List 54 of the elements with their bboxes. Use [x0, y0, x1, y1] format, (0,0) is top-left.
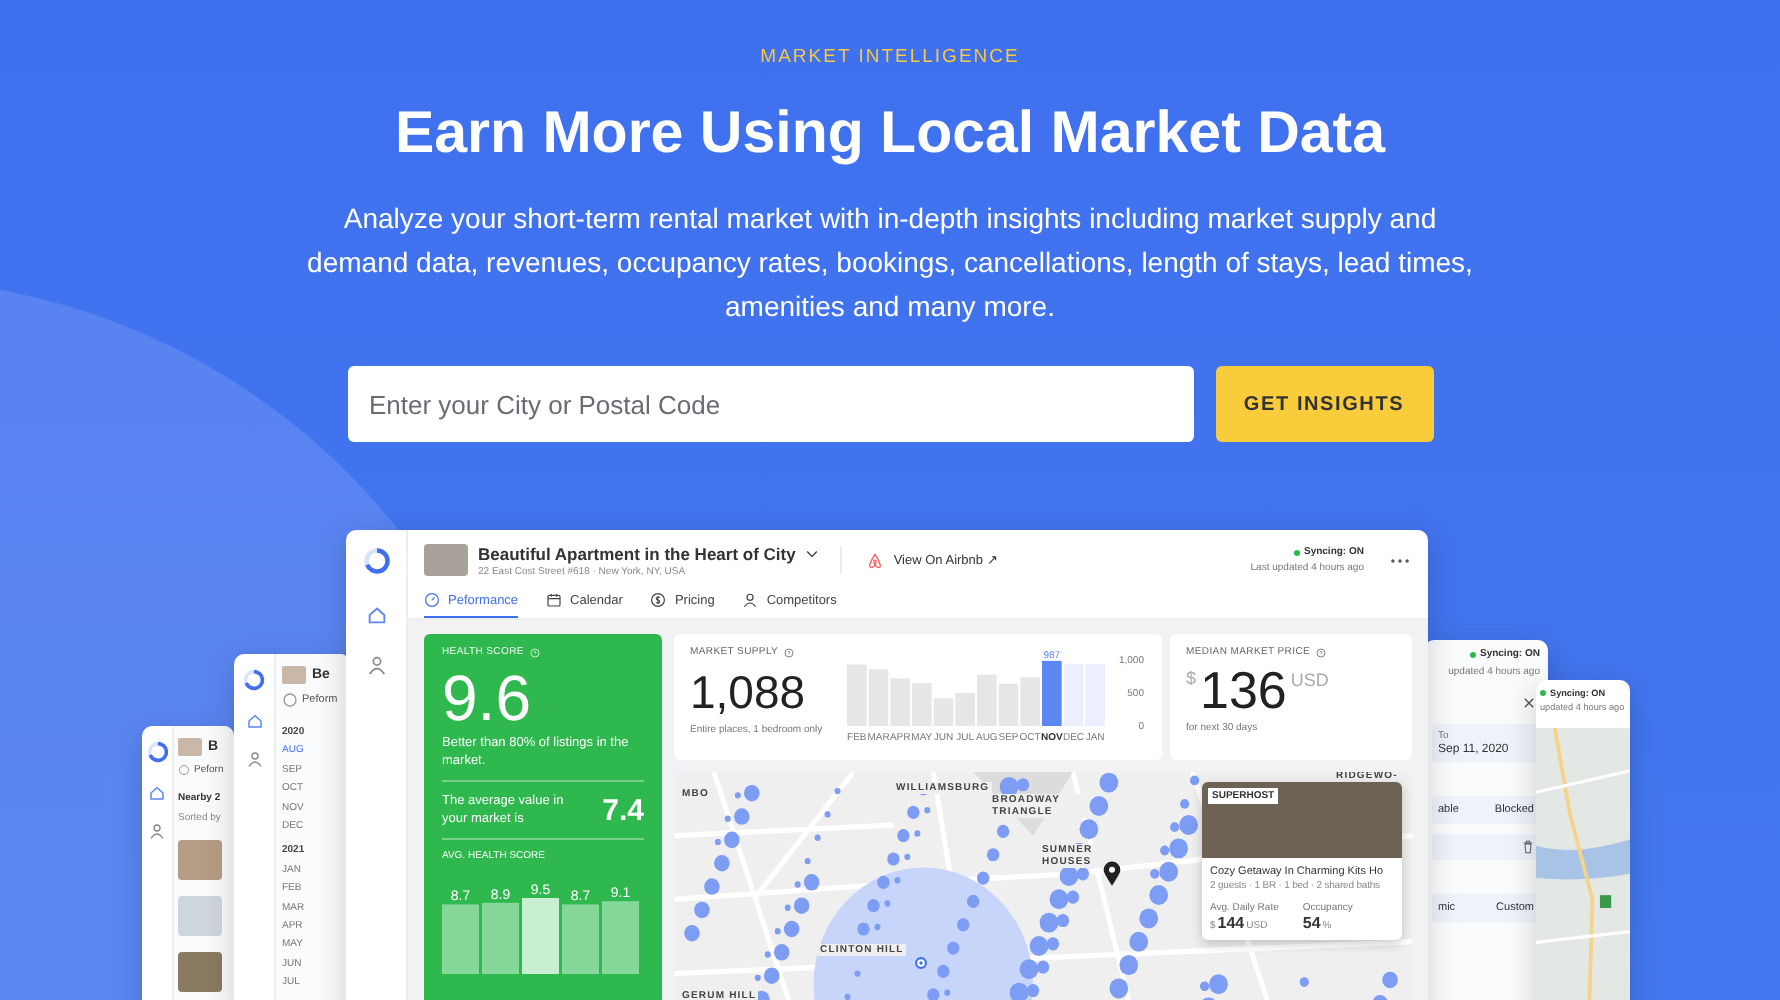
get-insights-button[interactable]: GET INSIGHTS	[1215, 366, 1433, 442]
logo-icon	[242, 668, 266, 692]
calendar-icon	[546, 592, 563, 608]
help-icon[interactable]	[784, 647, 795, 657]
photo-placeholder	[178, 840, 222, 880]
more-icon[interactable]	[1390, 557, 1410, 563]
average-value: 7.4	[602, 793, 644, 827]
bar	[847, 664, 867, 726]
median-price-value: 136	[1200, 662, 1287, 718]
people-icon[interactable]	[148, 822, 166, 840]
bar	[912, 683, 932, 726]
people-icon[interactable]	[365, 654, 387, 676]
home-icon[interactable]	[245, 712, 263, 730]
logo-icon	[361, 546, 391, 576]
market-supply-value: 1,088	[690, 664, 808, 720]
listing-thumbnail	[424, 544, 468, 576]
bar	[955, 693, 975, 726]
eyebrow-label: MARKET INTELLIGENCE	[760, 46, 1020, 68]
hero-title: Earn More Using Local Market Data	[394, 98, 1386, 170]
bar	[1063, 663, 1084, 726]
bar	[1042, 660, 1062, 726]
dollar-icon	[650, 592, 667, 608]
status-dot	[1540, 690, 1546, 696]
trash-icon[interactable]	[1522, 840, 1534, 854]
health-score-value: 9.6	[442, 662, 533, 734]
location-target-icon	[914, 956, 928, 970]
photo-placeholder	[178, 952, 222, 992]
home-icon[interactable]	[365, 604, 387, 626]
chevron-down-icon[interactable]	[805, 549, 818, 557]
help-icon[interactable]	[1316, 647, 1327, 657]
people-icon[interactable]	[245, 750, 263, 768]
bar	[933, 698, 954, 726]
listing-thumbnail	[178, 738, 202, 756]
bar	[998, 683, 1019, 726]
bar	[890, 678, 910, 726]
daily-rate-value: 144	[1217, 914, 1245, 932]
photo-placeholder	[178, 896, 222, 936]
city-search-field[interactable]: Enter your City or Postal Code	[347, 366, 1193, 442]
occupancy-value: 54	[1302, 914, 1321, 932]
currency-unit: USD	[1290, 670, 1329, 690]
currency-symbol: $	[1186, 668, 1197, 688]
bar	[868, 669, 889, 726]
map-pin-icon[interactable]	[1102, 860, 1122, 888]
person-icon	[742, 592, 759, 608]
close-icon[interactable]	[1522, 696, 1536, 710]
airbnb-icon	[865, 551, 884, 569]
listing-title: Beautiful Apartment in the Heart of City	[478, 543, 796, 563]
bar	[977, 674, 997, 726]
home-icon[interactable]	[148, 784, 166, 802]
hero-description: Analyze your short-term rental market with in-depth insights including market supply and demand data, revenues, occupancy rates, bookings, cancellations, length of stays, lead times, amenities and many more.	[305, 200, 1475, 326]
status-dot	[1469, 651, 1476, 657]
listing-thumbnail	[282, 666, 306, 684]
logo-icon	[145, 740, 169, 764]
bar	[1020, 677, 1040, 726]
